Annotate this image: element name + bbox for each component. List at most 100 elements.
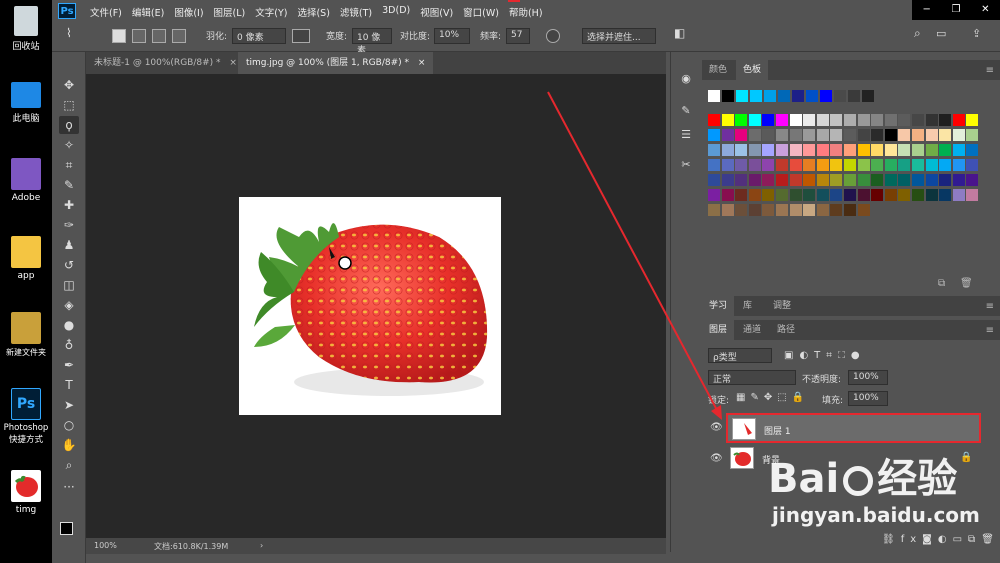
color-swatch[interactable] bbox=[857, 129, 870, 141]
color-swatch[interactable] bbox=[830, 204, 843, 216]
color-swatch[interactable] bbox=[708, 159, 720, 171]
zoom-level[interactable]: 100% bbox=[94, 541, 117, 550]
color-swatch[interactable] bbox=[898, 144, 911, 156]
intersect-selection-icon[interactable] bbox=[172, 29, 186, 43]
color-swatch[interactable] bbox=[748, 204, 761, 216]
color-swatch[interactable] bbox=[735, 144, 748, 156]
color-swatch[interactable] bbox=[776, 174, 788, 186]
color-swatch[interactable] bbox=[735, 204, 748, 216]
path-selection-tool-icon[interactable]: ➤ bbox=[59, 396, 79, 414]
color-swatch[interactable] bbox=[776, 129, 788, 141]
color-swatch[interactable] bbox=[721, 159, 734, 171]
color-swatch[interactable] bbox=[884, 129, 897, 141]
properties-icon[interactable]: ☰ bbox=[677, 126, 695, 144]
tab-close-icon[interactable]: × bbox=[418, 58, 426, 68]
tools-panel-icon[interactable]: ✂ bbox=[677, 156, 695, 174]
color-swatch[interactable] bbox=[966, 159, 979, 171]
tab-color[interactable]: 颜色 bbox=[702, 60, 734, 80]
color-swatch[interactable] bbox=[844, 204, 856, 216]
color-swatch[interactable] bbox=[925, 114, 938, 126]
color-swatch[interactable] bbox=[816, 114, 829, 126]
color-swatch[interactable] bbox=[871, 174, 884, 186]
color-swatch[interactable] bbox=[721, 114, 734, 126]
color-swatch[interactable] bbox=[912, 144, 924, 156]
history-brush-tool-icon[interactable]: ↺ bbox=[59, 256, 79, 274]
color-swatch[interactable] bbox=[776, 189, 788, 201]
menu-filter[interactable]: 滤镜(T) bbox=[340, 5, 372, 19]
color-swatch[interactable] bbox=[912, 174, 924, 186]
color-swatch[interactable] bbox=[939, 144, 952, 156]
color-swatch[interactable] bbox=[816, 129, 829, 141]
color-swatch[interactable] bbox=[848, 90, 860, 102]
magnetic-lasso-icon[interactable]: ⌇ bbox=[66, 26, 72, 40]
color-swatch[interactable] bbox=[844, 114, 856, 126]
color-swatch[interactable] bbox=[764, 90, 776, 102]
color-swatch[interactable] bbox=[816, 144, 829, 156]
color-swatch[interactable] bbox=[871, 114, 884, 126]
color-swatch[interactable] bbox=[830, 174, 843, 186]
dodge-tool-icon[interactable]: ♁ bbox=[59, 336, 79, 354]
color-swatch[interactable] bbox=[708, 189, 720, 201]
color-swatch[interactable] bbox=[708, 204, 720, 216]
color-swatch[interactable] bbox=[721, 129, 734, 141]
menu-select[interactable]: 选择(S) bbox=[297, 5, 329, 19]
color-swatch[interactable] bbox=[834, 90, 846, 102]
tab-layers[interactable]: 图层 bbox=[702, 320, 735, 340]
color-swatch[interactable] bbox=[871, 129, 884, 141]
color-swatch[interactable] bbox=[830, 144, 843, 156]
color-swatch[interactable] bbox=[857, 144, 870, 156]
color-swatch[interactable] bbox=[762, 144, 775, 156]
desktop-icon-this-pc[interactable]: 此电脑 bbox=[0, 82, 52, 124]
color-swatch[interactable] bbox=[803, 159, 816, 171]
frequency-input[interactable]: 57 bbox=[506, 28, 530, 44]
color-swatch[interactable] bbox=[816, 204, 829, 216]
tab-timg[interactable]: timg.jpg @ 100% (图层 1, RGB/8#) * × bbox=[238, 52, 434, 74]
stamp-tool-icon[interactable]: ♟ bbox=[59, 236, 79, 254]
color-swatch[interactable] bbox=[925, 144, 938, 156]
color-swatch[interactable] bbox=[939, 114, 952, 126]
desktop-icon-adobe[interactable]: Adobe bbox=[0, 158, 52, 203]
tab-adjustments[interactable]: 调整 bbox=[766, 296, 798, 316]
color-swatch[interactable] bbox=[952, 174, 965, 186]
share-icon[interactable]: ⇪ bbox=[972, 27, 981, 40]
color-swatch[interactable] bbox=[925, 189, 938, 201]
color-swatch[interactable] bbox=[925, 159, 938, 171]
color-swatch[interactable] bbox=[722, 90, 734, 102]
color-swatch[interactable] bbox=[748, 114, 761, 126]
type-tool-icon[interactable]: T bbox=[59, 376, 79, 394]
menu-image[interactable]: 图像(I) bbox=[174, 5, 203, 19]
color-swatch[interactable] bbox=[748, 189, 761, 201]
color-swatch[interactable] bbox=[844, 129, 856, 141]
color-swatch[interactable] bbox=[776, 114, 788, 126]
menu-file[interactable]: 文件(F) bbox=[90, 5, 122, 19]
pressure-icon[interactable] bbox=[546, 29, 560, 43]
color-swatch[interactable] bbox=[708, 114, 720, 126]
magic-wand-tool-icon[interactable]: ✧ bbox=[59, 136, 79, 154]
add-selection-icon[interactable] bbox=[132, 29, 146, 43]
color-swatch[interactable] bbox=[871, 189, 884, 201]
menu-type[interactable]: 文字(Y) bbox=[255, 5, 287, 19]
color-swatch[interactable] bbox=[844, 174, 856, 186]
layer-name[interactable]: 图层 1 bbox=[764, 424, 791, 437]
color-swatch[interactable] bbox=[776, 144, 788, 156]
desktop-icon-recycle-bin[interactable]: 回收站 bbox=[0, 6, 52, 52]
color-swatch[interactable] bbox=[816, 159, 829, 171]
visibility-eye-icon[interactable]: 👁 bbox=[710, 422, 723, 433]
restore-button[interactable]: ❐ bbox=[941, 0, 970, 20]
more-tools-icon[interactable]: ··· bbox=[59, 478, 79, 496]
layer-filter-dropdown[interactable]: ρ类型 bbox=[708, 348, 772, 363]
color-swatch[interactable] bbox=[748, 129, 761, 141]
color-swatch[interactable] bbox=[898, 174, 911, 186]
color-swatch[interactable] bbox=[736, 90, 748, 102]
eyedropper-tool-icon[interactable]: ✎ bbox=[59, 176, 79, 194]
menu-help[interactable]: 帮助(H) bbox=[509, 5, 543, 19]
color-swatch[interactable] bbox=[803, 129, 816, 141]
tab-swatches[interactable]: 色板 bbox=[736, 60, 769, 80]
color-swatch[interactable] bbox=[721, 144, 734, 156]
color-swatch[interactable] bbox=[803, 189, 816, 201]
crop-tool-icon[interactable]: ⌗ bbox=[59, 156, 79, 174]
color-swatch[interactable] bbox=[789, 174, 802, 186]
hand-tool-icon[interactable]: ✋ bbox=[59, 436, 79, 454]
color-swatch[interactable] bbox=[778, 90, 790, 102]
color-swatch[interactable] bbox=[789, 189, 802, 201]
